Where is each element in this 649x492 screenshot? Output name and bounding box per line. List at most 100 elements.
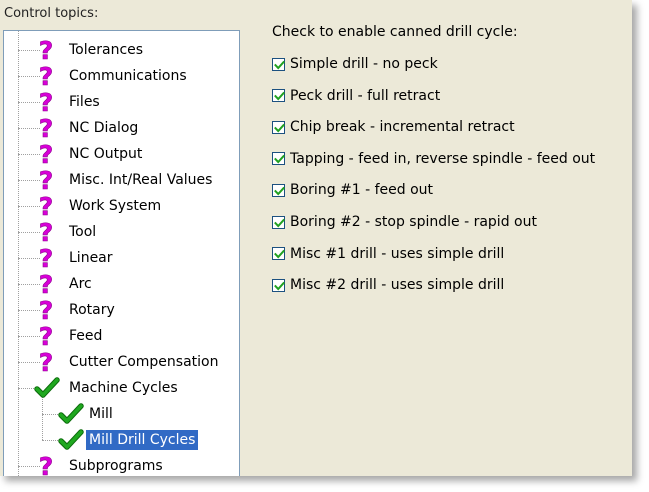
tree-item-label: Linear <box>69 250 113 266</box>
checkbox-tick-icon <box>274 218 285 227</box>
tree-item-label: Mill <box>89 406 113 422</box>
tree-item-misc-int-real-values[interactable]: ? Misc. Int/Real Values <box>4 166 239 196</box>
drill-cycle-option[interactable]: Boring #2 - stop spindle - rapid out <box>272 211 537 233</box>
question-icon: ? <box>34 270 58 300</box>
checkbox[interactable] <box>272 278 285 292</box>
drill-cycle-option[interactable]: Peck drill - full retract <box>272 85 440 107</box>
drill-cycles-title: Check to enable canned drill cycle: <box>272 24 518 40</box>
svg-text:?: ? <box>39 37 54 63</box>
question-icon: ? <box>34 348 58 378</box>
tree-item-label: Feed <box>69 328 103 344</box>
tree-item-linear[interactable]: ? Linear <box>4 244 239 274</box>
tree-item-subprograms[interactable]: ? Subprograms <box>4 452 239 476</box>
tree-item-rotary[interactable]: ? Rotary <box>4 296 239 326</box>
question-icon: ? <box>34 244 58 274</box>
checkbox[interactable] <box>272 152 285 166</box>
tree-item-label: Machine Cycles <box>69 380 178 396</box>
tree-item-label: Files <box>69 94 100 110</box>
checkbox-tick-icon <box>274 155 285 164</box>
drill-cycle-option[interactable]: Misc #2 drill - uses simple drill <box>272 274 504 296</box>
tree-item-label: Arc <box>69 276 92 292</box>
svg-text:?: ? <box>39 349 54 375</box>
checkmark-icon <box>58 401 84 427</box>
checkbox-tick-icon <box>274 281 285 291</box>
svg-text:?: ? <box>39 63 54 89</box>
question-icon: ? <box>34 296 58 326</box>
question-icon: ? <box>34 62 58 92</box>
drill-cycle-option[interactable]: Tapping - feed in, reverse spindle - fee… <box>272 148 595 170</box>
tree-item-nc-output[interactable]: ? NC Output <box>4 140 239 170</box>
drill-cycle-option-label: Misc #2 drill - uses simple drill <box>290 277 505 294</box>
drill-cycle-option-label: Misc #1 drill - uses simple drill <box>290 245 505 262</box>
svg-text:?: ? <box>39 271 54 297</box>
tree-item-machine-cycles[interactable]: Machine Cycles <box>4 375 239 401</box>
tree-item-tool[interactable]: ? Tool <box>4 218 239 248</box>
tree-item-label: Cutter Compensation <box>69 354 219 370</box>
tree-item-mill-drill-cycles[interactable]: Mill Drill Cycles <box>4 427 239 453</box>
checkbox-tick-icon <box>274 123 285 133</box>
checkmark-icon <box>34 375 60 401</box>
question-icon: ? <box>34 218 58 248</box>
tree-item-label: Rotary <box>69 302 115 318</box>
checkmark-icon <box>58 427 84 453</box>
tree-item-label: Work System <box>69 198 162 214</box>
checkbox-tick-icon <box>274 91 285 101</box>
question-icon: ? <box>34 452 58 476</box>
tree-item-feed[interactable]: ? Feed <box>4 322 239 352</box>
question-icon: ? <box>34 36 58 66</box>
svg-text:?: ? <box>39 219 54 245</box>
checkbox[interactable] <box>272 247 285 261</box>
drill-cycle-option-label: Chip break - incremental retract <box>290 119 515 136</box>
question-icon: ? <box>34 166 58 196</box>
question-icon: ? <box>34 88 58 118</box>
svg-text:?: ? <box>39 245 54 271</box>
checkbox[interactable] <box>272 120 285 134</box>
tree-item-mill[interactable]: Mill <box>4 401 239 427</box>
tree-item-label: Tolerances <box>69 42 144 58</box>
checkbox[interactable] <box>272 215 285 229</box>
svg-text:?: ? <box>39 141 54 167</box>
checkbox[interactable] <box>272 57 285 71</box>
drill-cycle-option-label: Simple drill - no peck <box>290 56 438 72</box>
tree-item-label: Tool <box>69 224 97 240</box>
question-icon: ? <box>34 114 58 144</box>
tree-item-label: Misc. Int/Real Values <box>69 172 213 188</box>
question-icon: ? <box>34 322 58 352</box>
svg-text:?: ? <box>39 115 54 141</box>
svg-text:?: ? <box>39 89 54 115</box>
drill-cycle-option-label: Tapping - feed in, reverse spindle - fee… <box>290 150 596 167</box>
drill-cycle-option-label: Peck drill - full retract <box>290 87 441 104</box>
svg-text:?: ? <box>39 453 54 476</box>
drill-cycle-option[interactable]: Boring #1 - feed out <box>272 179 433 201</box>
checkbox-tick-icon <box>274 249 285 259</box>
drill-cycle-option[interactable]: Simple drill - no peck <box>272 53 438 75</box>
question-icon: ? <box>34 140 58 170</box>
checkbox[interactable] <box>272 183 285 197</box>
tree-item-label: Subprograms <box>69 458 163 474</box>
checkbox-tick-icon <box>274 60 285 69</box>
tree-item-label: NC Dialog <box>69 120 139 136</box>
svg-text:?: ? <box>39 193 54 219</box>
control-topics-label: Control topics: <box>4 6 99 21</box>
checkbox-tick-icon <box>274 186 285 196</box>
drill-cycle-option[interactable]: Chip break - incremental retract <box>272 116 515 138</box>
tree-item-cutter-compensation[interactable]: ? Cutter Compensation <box>4 348 239 378</box>
control-topics-tree[interactable]: ? Tolerances ? Communications ? Files ? … <box>3 30 240 476</box>
tree-item-tolerances[interactable]: ? Tolerances <box>4 36 239 66</box>
drill-cycle-option-label: Boring #1 - feed out <box>290 182 434 199</box>
svg-text:?: ? <box>39 167 54 193</box>
tree-item-communications[interactable]: ? Communications <box>4 62 239 92</box>
checkbox[interactable] <box>272 89 285 103</box>
tree-item-files[interactable]: ? Files <box>4 88 239 118</box>
tree-item-arc[interactable]: ? Arc <box>4 270 239 300</box>
drill-cycle-option-label: Boring #2 - stop spindle - rapid out <box>290 214 537 230</box>
svg-text:?: ? <box>39 323 54 349</box>
drill-cycle-option[interactable]: Misc #1 drill - uses simple drill <box>272 243 504 265</box>
tree-item-label: Communications <box>69 68 187 84</box>
tree-item-work-system[interactable]: ? Work System <box>4 192 239 221</box>
settings-panel: Control topics: ? Tolerances ? Communica… <box>0 0 632 476</box>
svg-text:?: ? <box>39 297 54 323</box>
tree-item-nc-dialog[interactable]: ? NC Dialog <box>4 114 239 144</box>
tree-item-label: Mill Drill Cycles <box>86 430 199 450</box>
tree-item-label: NC Output <box>69 146 143 162</box>
